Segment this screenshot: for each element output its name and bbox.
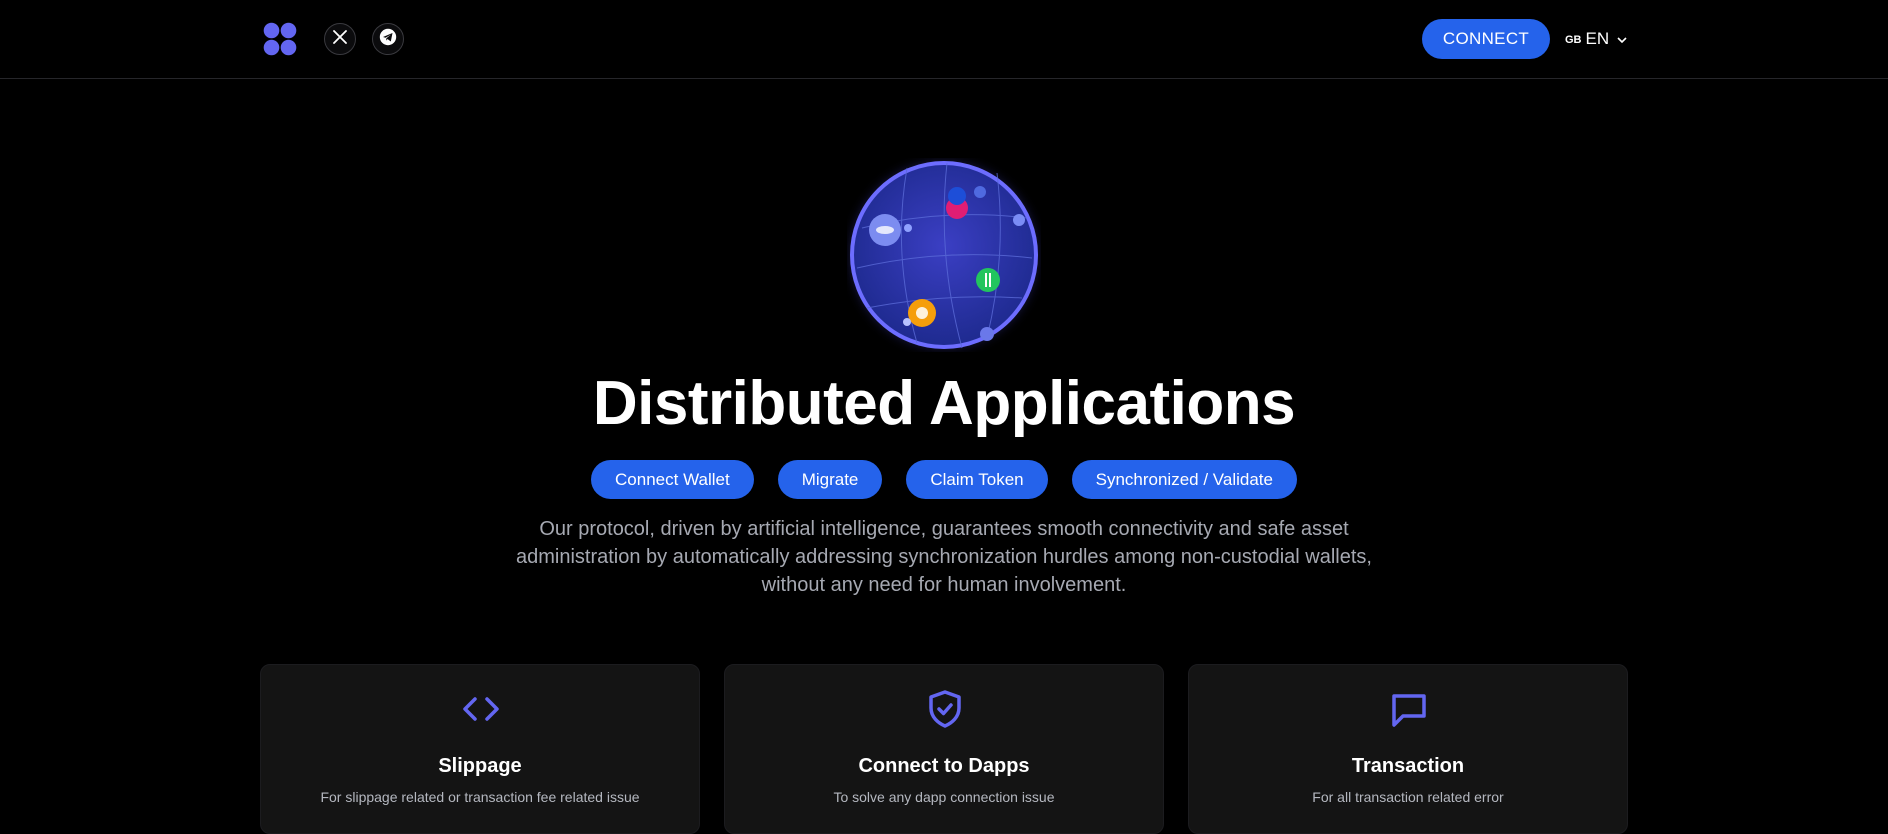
card-transaction[interactable]: Transaction For all transaction related … (1188, 664, 1628, 834)
telegram-icon (379, 28, 397, 51)
shield-check-icon (925, 689, 965, 729)
language-code: EN (1585, 29, 1610, 48)
card-subtitle: For slippage related or transaction fee … (320, 789, 640, 805)
code-brackets-icon (461, 689, 501, 729)
page-title: Distributed Applications (592, 369, 1296, 438)
four-circles-logo[interactable] (263, 22, 297, 56)
card-subtitle: To solve any dapp connection issue (833, 789, 1055, 805)
action-buttons: Connect Wallet Migrate Claim Token Synch… (0, 460, 1888, 499)
hero-description: Our protocol, driven by artificial intel… (515, 518, 1372, 596)
connect-wallet-button[interactable]: Connect Wallet (591, 460, 754, 499)
card-title: Slippage (438, 755, 522, 777)
connect-button[interactable]: CONNECT (1422, 19, 1550, 59)
x-twitter-icon (333, 29, 347, 49)
gb-flag-label: GB (1565, 34, 1582, 46)
language-selector[interactable]: GB EN (1565, 27, 1627, 51)
card-subtitle: For all transaction related error (1312, 789, 1504, 805)
migrate-button[interactable]: Migrate (777, 460, 883, 499)
chat-bubble-icon (1389, 689, 1429, 729)
synchronized-validate-button[interactable]: Synchronized / Validate (1071, 460, 1297, 499)
card-title: Connect to Dapps (858, 755, 1030, 777)
top-navbar: CONNECT GB EN (0, 0, 1888, 79)
chevron-down-icon (1617, 29, 1627, 49)
telegram-link[interactable] (372, 23, 404, 55)
claim-token-button[interactable]: Claim Token (906, 460, 1048, 499)
x-twitter-link[interactable] (324, 23, 356, 55)
card-slippage[interactable]: Slippage For slippage related or transac… (260, 664, 700, 834)
card-connect-to-dapps[interactable]: Connect to Dapps To solve any dapp conne… (724, 664, 1164, 834)
card-title: Transaction (1351, 755, 1465, 777)
globe-illustration (847, 158, 1041, 352)
